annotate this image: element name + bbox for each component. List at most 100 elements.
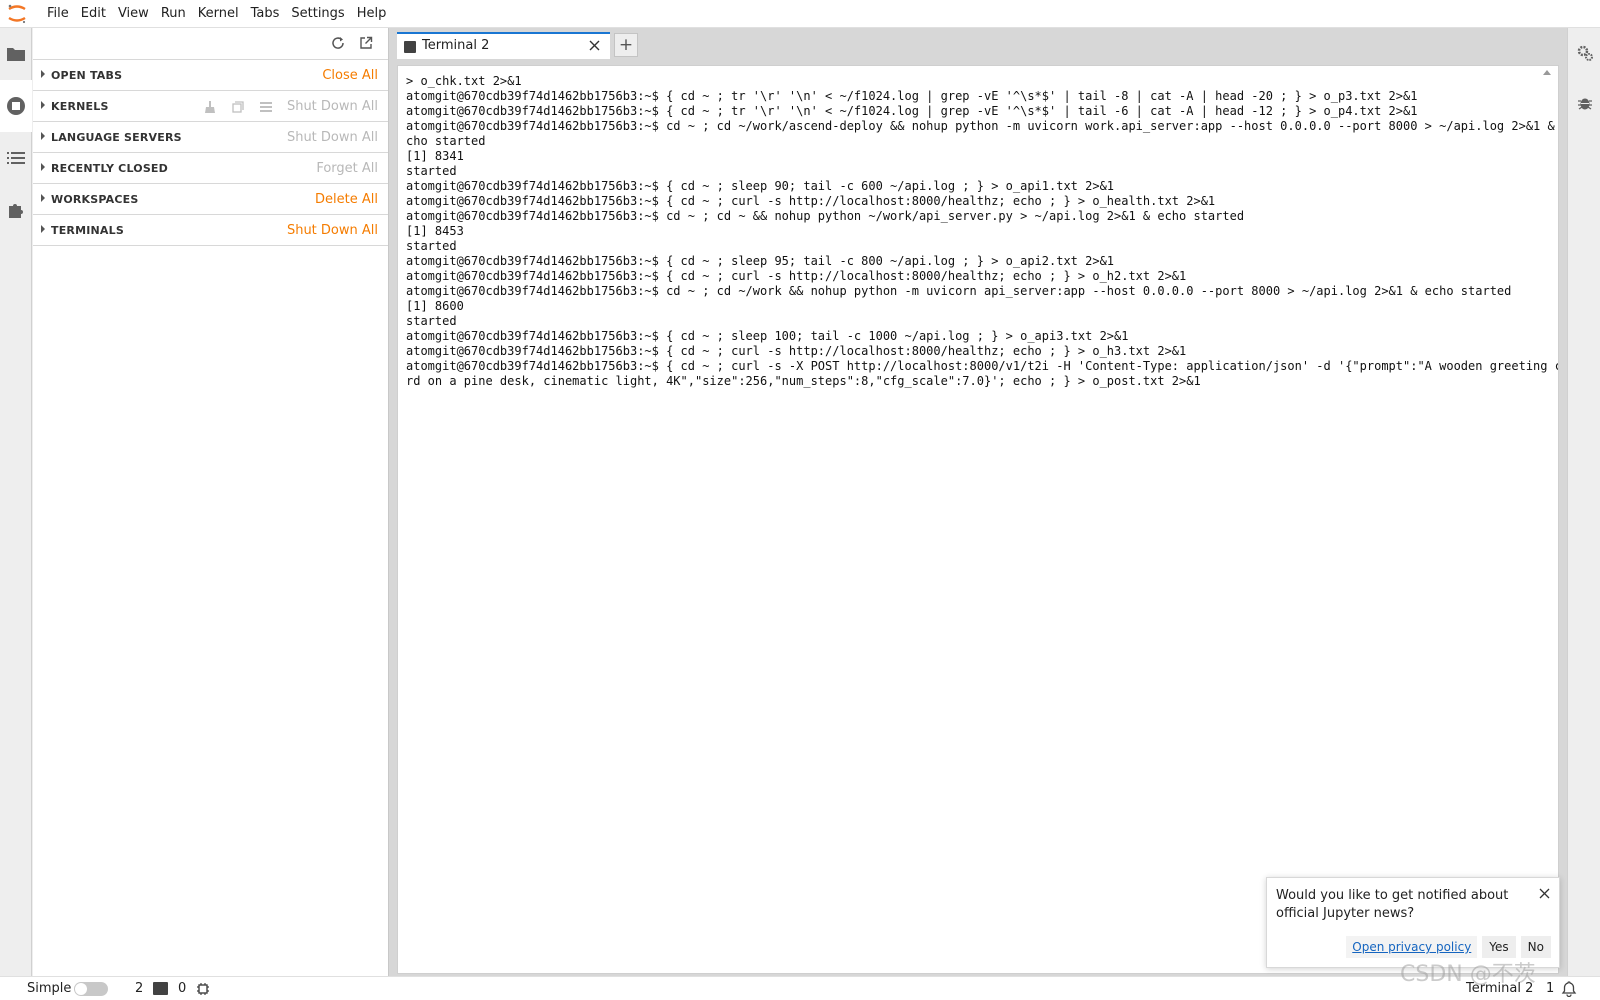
terminal-line: atomgit@670cdb39f74d1462bb1756b3:~$ cd ~… bbox=[406, 119, 1559, 133]
tab-label: Terminal 2 bbox=[422, 38, 490, 53]
menu-kernel[interactable]: Kernel bbox=[192, 0, 245, 28]
yes-button[interactable]: Yes bbox=[1482, 936, 1516, 958]
sidebar-toolbar bbox=[33, 28, 388, 60]
tab-close-button[interactable] bbox=[586, 37, 602, 53]
main-menu: File Edit View Run Kernel Tabs Settings … bbox=[41, 0, 392, 28]
left-activity-bar bbox=[0, 28, 32, 976]
close-icon bbox=[589, 40, 599, 50]
terminal-panel[interactable]: > o_chk.txt 2>&1 atomgit@670cdb39f74d146… bbox=[397, 65, 1559, 974]
delete-all-button[interactable]: Delete All bbox=[315, 184, 378, 215]
running-icon bbox=[7, 97, 25, 115]
forget-all-button[interactable]: Forget All bbox=[316, 153, 378, 184]
menu-edit[interactable]: Edit bbox=[75, 0, 112, 28]
terminal-line: atomgit@670cdb39f74d1462bb1756b3:~$ { cd… bbox=[406, 359, 1559, 373]
menu-help[interactable]: Help bbox=[351, 0, 393, 28]
menu-tabs[interactable]: Tabs bbox=[245, 0, 286, 28]
menu-view[interactable]: View bbox=[112, 0, 155, 28]
notification-close-button[interactable] bbox=[1537, 886, 1551, 900]
terminal-line: atomgit@670cdb39f74d1462bb1756b3:~$ { cd… bbox=[406, 104, 1418, 118]
terminal-line: atomgit@670cdb39f74d1462bb1756b3:~$ { cd… bbox=[406, 194, 1216, 208]
scroll-up-arrow-icon[interactable] bbox=[1543, 70, 1551, 75]
file-browser-tab[interactable] bbox=[0, 28, 32, 80]
terminal-line: rd on a pine desk, cinematic light, 4K",… bbox=[406, 374, 1201, 388]
section-workspaces[interactable]: WORKSPACES Delete All bbox=[33, 184, 388, 215]
toc-icon bbox=[7, 152, 25, 164]
menu-run[interactable]: Run bbox=[155, 0, 192, 28]
open-privacy-policy-link[interactable]: Open privacy policy bbox=[1346, 936, 1478, 958]
shut-down-all-kernels-button[interactable]: Shut Down All bbox=[287, 91, 378, 122]
menu-file[interactable]: File bbox=[41, 0, 75, 28]
extension-manager-tab[interactable] bbox=[0, 184, 32, 236]
gears-icon bbox=[1577, 45, 1593, 61]
terminal-line: cho started bbox=[406, 134, 486, 148]
list-view-button[interactable] bbox=[259, 100, 273, 114]
extension-icon bbox=[9, 204, 23, 218]
simple-mode-label: Simple bbox=[27, 981, 72, 996]
terminal-line: atomgit@670cdb39f74d1462bb1756b3:~$ { cd… bbox=[406, 329, 1129, 343]
terminal-line: [1] 8453 bbox=[406, 224, 464, 238]
section-title: RECENTLY CLOSED bbox=[51, 162, 168, 175]
tab-bar: Terminal 2 + bbox=[389, 28, 1567, 59]
simple-mode-toggle[interactable] bbox=[74, 982, 108, 996]
terminal-count[interactable]: 2 bbox=[135, 977, 143, 1000]
section-open-tabs[interactable]: OPEN TABS Close All bbox=[33, 60, 388, 91]
kernel-chip-icon bbox=[197, 983, 209, 995]
notification-message: Would you like to get notified about off… bbox=[1276, 888, 1509, 921]
shut-down-all-language-servers-button[interactable]: Shut Down All bbox=[287, 122, 378, 153]
property-inspector-tab[interactable] bbox=[1568, 28, 1600, 78]
caret-right-icon bbox=[41, 194, 45, 202]
launch-icon bbox=[360, 36, 373, 49]
copy-icon bbox=[232, 101, 244, 113]
menu-settings[interactable]: Settings bbox=[285, 0, 350, 28]
main-dock-panel: Terminal 2 + > o_chk.txt 2>&1 atomgit@67… bbox=[389, 28, 1567, 976]
section-title: KERNELS bbox=[51, 100, 109, 113]
section-title: WORKSPACES bbox=[51, 193, 139, 206]
section-title: TERMINALS bbox=[51, 224, 124, 237]
terminal-line: started bbox=[406, 314, 457, 328]
bug-icon bbox=[1577, 98, 1592, 110]
table-of-contents-tab[interactable] bbox=[0, 132, 32, 184]
tab-terminal-2[interactable]: Terminal 2 bbox=[397, 32, 610, 59]
terminal-line: atomgit@670cdb39f74d1462bb1756b3:~$ { cd… bbox=[406, 269, 1187, 283]
terminal-line: atomgit@670cdb39f74d1462bb1756b3:~$ { cd… bbox=[406, 179, 1115, 193]
terminal-icon bbox=[404, 41, 416, 53]
toggle-knob bbox=[75, 983, 87, 995]
terminal-icon bbox=[153, 982, 168, 995]
section-kernels[interactable]: KERNELS Shut Down All bbox=[33, 91, 388, 122]
section-recently-closed[interactable]: RECENTLY CLOSED Forget All bbox=[33, 153, 388, 184]
menu-bar: File Edit View Run Kernel Tabs Settings … bbox=[0, 0, 1600, 28]
terminal-line: started bbox=[406, 164, 457, 178]
running-sessions-tab[interactable] bbox=[0, 80, 32, 132]
terminal-line: atomgit@670cdb39f74d1462bb1756b3:~$ { cd… bbox=[406, 254, 1115, 268]
notification-count[interactable]: 1 bbox=[1546, 977, 1554, 1000]
refresh-button[interactable] bbox=[329, 34, 347, 52]
open-in-launcher-button[interactable] bbox=[357, 34, 375, 52]
refresh-icon bbox=[332, 37, 344, 49]
running-sidebar: OPEN TABS Close All KERNELS Shut Down Al… bbox=[33, 28, 389, 976]
close-all-button[interactable]: Close All bbox=[322, 60, 378, 91]
section-terminals[interactable]: TERMINALS Shut Down All bbox=[33, 215, 388, 246]
terminal-line: [1] 8341 bbox=[406, 149, 464, 163]
terminal-line: atomgit@670cdb39f74d1462bb1756b3:~$ cd ~… bbox=[406, 209, 1245, 223]
no-button[interactable]: No bbox=[1520, 936, 1551, 958]
caret-right-icon bbox=[41, 163, 45, 171]
broom-icon bbox=[205, 101, 215, 113]
status-bar: Simple 2 0 Terminal 2 1 bbox=[0, 976, 1600, 1000]
bell-icon[interactable] bbox=[1561, 981, 1577, 997]
debugger-tab[interactable] bbox=[1568, 78, 1600, 128]
section-title: OPEN TABS bbox=[51, 69, 123, 82]
jupyter-logo-icon bbox=[8, 4, 26, 24]
kernel-count[interactable]: 0 bbox=[178, 977, 186, 1000]
jupyter-news-notification: Would you like to get notified about off… bbox=[1266, 877, 1560, 968]
section-title: LANGUAGE SERVERS bbox=[51, 131, 182, 144]
folder-icon bbox=[7, 48, 25, 61]
right-activity-bar bbox=[1567, 28, 1600, 976]
clear-console-button[interactable] bbox=[203, 100, 217, 114]
new-launcher-button[interactable]: + bbox=[614, 33, 638, 57]
shut-down-all-terminals-button[interactable]: Shut Down All bbox=[287, 215, 378, 246]
section-language-servers[interactable]: LANGUAGE SERVERS Shut Down All bbox=[33, 122, 388, 153]
caret-right-icon bbox=[41, 101, 45, 109]
duplicate-view-button[interactable] bbox=[231, 100, 245, 114]
csdn-watermark: CSDN @不茨 bbox=[1400, 962, 1536, 987]
terminal-line: > o_chk.txt 2>&1 bbox=[406, 74, 522, 88]
